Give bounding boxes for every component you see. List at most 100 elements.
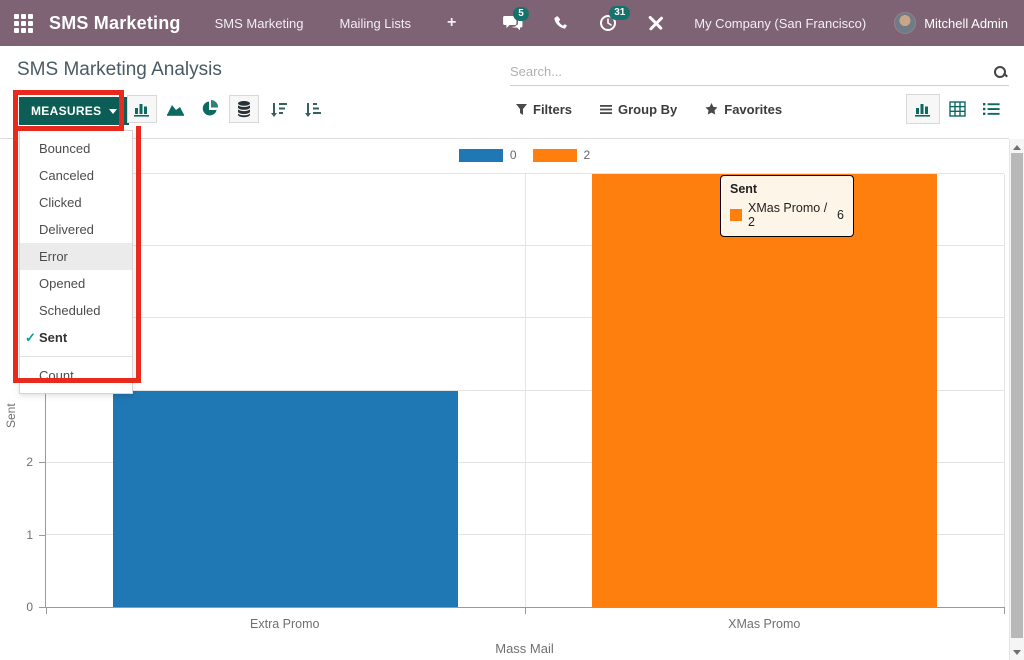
filters-label: Filters — [533, 102, 572, 117]
company-switcher[interactable]: My Company (San Francisco) — [694, 16, 866, 31]
sort-descending-button[interactable] — [263, 95, 293, 123]
activities-button[interactable]: 31 — [599, 14, 617, 32]
measures-menu-item[interactable]: Delivered — [20, 216, 132, 243]
sort-desc-icon — [268, 101, 288, 118]
chart-area: 02 0123456 Sent Extra PromoXMas Promo Ma… — [0, 138, 1009, 660]
group-by-label: Group By — [618, 102, 677, 117]
list-view-button[interactable] — [974, 94, 1008, 124]
page-title: SMS Marketing Analysis — [17, 59, 222, 81]
search-icon[interactable] — [993, 65, 1007, 79]
pie-chart-icon — [201, 100, 219, 118]
measures-menu-item[interactable]: Sent — [20, 324, 132, 351]
plot-area — [45, 174, 1004, 608]
tooltip-value: 6 — [831, 208, 844, 222]
chart-toolbar — [127, 95, 331, 123]
x-axis-title: Mass Mail — [45, 641, 1004, 656]
bar-chart-icon — [133, 101, 152, 118]
tooltip-label: XMas Promo / 2 — [748, 201, 831, 229]
legend-item[interactable]: 0 — [459, 148, 517, 162]
scroll-down-arrow[interactable] — [1010, 645, 1024, 659]
measures-button[interactable]: MEASURES — [19, 97, 129, 125]
x-axis-labels: Extra Promo XMas Promo — [45, 617, 1004, 633]
measures-menu-items: BouncedCanceledClickedDeliveredErrorOpen… — [20, 135, 132, 351]
y-tick-label: 0 — [26, 600, 33, 614]
measures-menu-item[interactable]: Count — [20, 362, 132, 389]
sort-asc-icon — [302, 101, 322, 118]
chevron-down-icon — [109, 109, 117, 114]
favorites-button[interactable]: Favorites — [705, 102, 782, 117]
database-icon — [235, 100, 253, 118]
phone-icon — [553, 15, 569, 31]
chart-legend: 02 — [45, 148, 1004, 162]
measures-button-label: MEASURES — [31, 104, 101, 118]
measures-menu-item[interactable]: Opened — [20, 270, 132, 297]
bar-xmas-promo[interactable] — [592, 174, 937, 607]
nav-item-sms-marketing[interactable]: SMS Marketing — [215, 16, 304, 31]
pivot-view-button[interactable] — [940, 94, 974, 124]
stacked-toggle-button[interactable] — [229, 95, 259, 123]
search-bar — [510, 58, 1009, 86]
y-axis-title: Sent — [4, 403, 18, 428]
measures-menu-item[interactable]: Canceled — [20, 162, 132, 189]
measures-menu-footer: Count — [20, 362, 132, 389]
group-by-icon — [600, 104, 612, 115]
legend-swatch — [533, 149, 577, 162]
view-switcher — [906, 94, 1008, 124]
scroll-up-arrow[interactable] — [1010, 140, 1024, 154]
measures-menu-item[interactable]: Scheduled — [20, 297, 132, 324]
x-tick-mark — [525, 607, 526, 614]
tooltip-row: XMas Promo / 2 6 — [730, 201, 844, 229]
y-tick-label: 2 — [26, 455, 33, 469]
measures-menu-item[interactable]: Clicked — [20, 189, 132, 216]
scrollbar[interactable] — [1009, 139, 1024, 660]
pie-chart-mode-button[interactable] — [195, 95, 225, 123]
filter-funnel-icon — [516, 104, 527, 115]
messages-badge: 5 — [513, 7, 529, 21]
user-name: Mitchell Admin — [924, 16, 1008, 31]
list-view-icon — [983, 102, 1000, 116]
x-tick-label: XMas Promo — [728, 617, 800, 631]
plot-wrap: 0123456 Sent — [45, 174, 1004, 608]
app-name[interactable]: SMS Marketing — [49, 13, 181, 34]
area-chart-icon — [166, 101, 186, 117]
graph-view-icon — [914, 101, 933, 118]
user-menu[interactable]: Mitchell Admin — [894, 12, 1008, 34]
filters-button[interactable]: Filters — [516, 102, 572, 117]
search-input[interactable] — [510, 64, 993, 79]
legend-swatch — [459, 149, 503, 162]
group-by-button[interactable]: Group By — [600, 102, 677, 117]
line-chart-mode-button[interactable] — [161, 95, 191, 123]
favorites-star-icon — [705, 103, 718, 115]
measures-menu-item[interactable]: Bounced — [20, 135, 132, 162]
favorites-label: Favorites — [724, 102, 782, 117]
nav-right: 5 31 — [473, 12, 1024, 34]
pivot-view-icon — [949, 101, 966, 117]
scrollbar-thumb[interactable] — [1011, 153, 1023, 638]
measures-menu-item[interactable]: Error — [20, 243, 132, 270]
top-nav: SMS Marketing SMS Marketing Mailing List… — [0, 0, 1024, 46]
bar-extra-promo[interactable] — [113, 391, 458, 608]
nav-item-add[interactable]: + — [447, 14, 456, 32]
sort-ascending-button[interactable] — [297, 95, 327, 123]
apps-grid-icon[interactable] — [14, 14, 33, 33]
tools-button[interactable] — [647, 15, 664, 32]
tools-icon — [647, 15, 664, 32]
x-tick-mark — [1004, 607, 1005, 614]
avatar — [894, 12, 916, 34]
tooltip-title: Sent — [730, 182, 844, 196]
x-tick-label: Extra Promo — [250, 617, 319, 631]
screen: SMS Marketing SMS Marketing Mailing List… — [0, 0, 1024, 660]
tooltip-swatch — [730, 209, 742, 221]
chart-tooltip: Sent XMas Promo / 2 6 — [720, 175, 854, 237]
measures-menu: BouncedCanceledClickedDeliveredErrorOpen… — [19, 130, 133, 394]
x-tick-mark — [46, 607, 47, 614]
y-tick-label: 1 — [26, 528, 33, 542]
graph-view-button[interactable] — [906, 94, 940, 124]
phone-button[interactable] — [553, 15, 569, 31]
menu-divider — [20, 356, 132, 357]
bar-chart-mode-button[interactable] — [127, 95, 157, 123]
messages-button[interactable]: 5 — [503, 15, 523, 32]
nav-left: SMS Marketing SMS Marketing Mailing List… — [0, 13, 456, 34]
legend-item[interactable]: 2 — [533, 148, 591, 162]
nav-item-mailing-lists[interactable]: Mailing Lists — [340, 16, 412, 31]
